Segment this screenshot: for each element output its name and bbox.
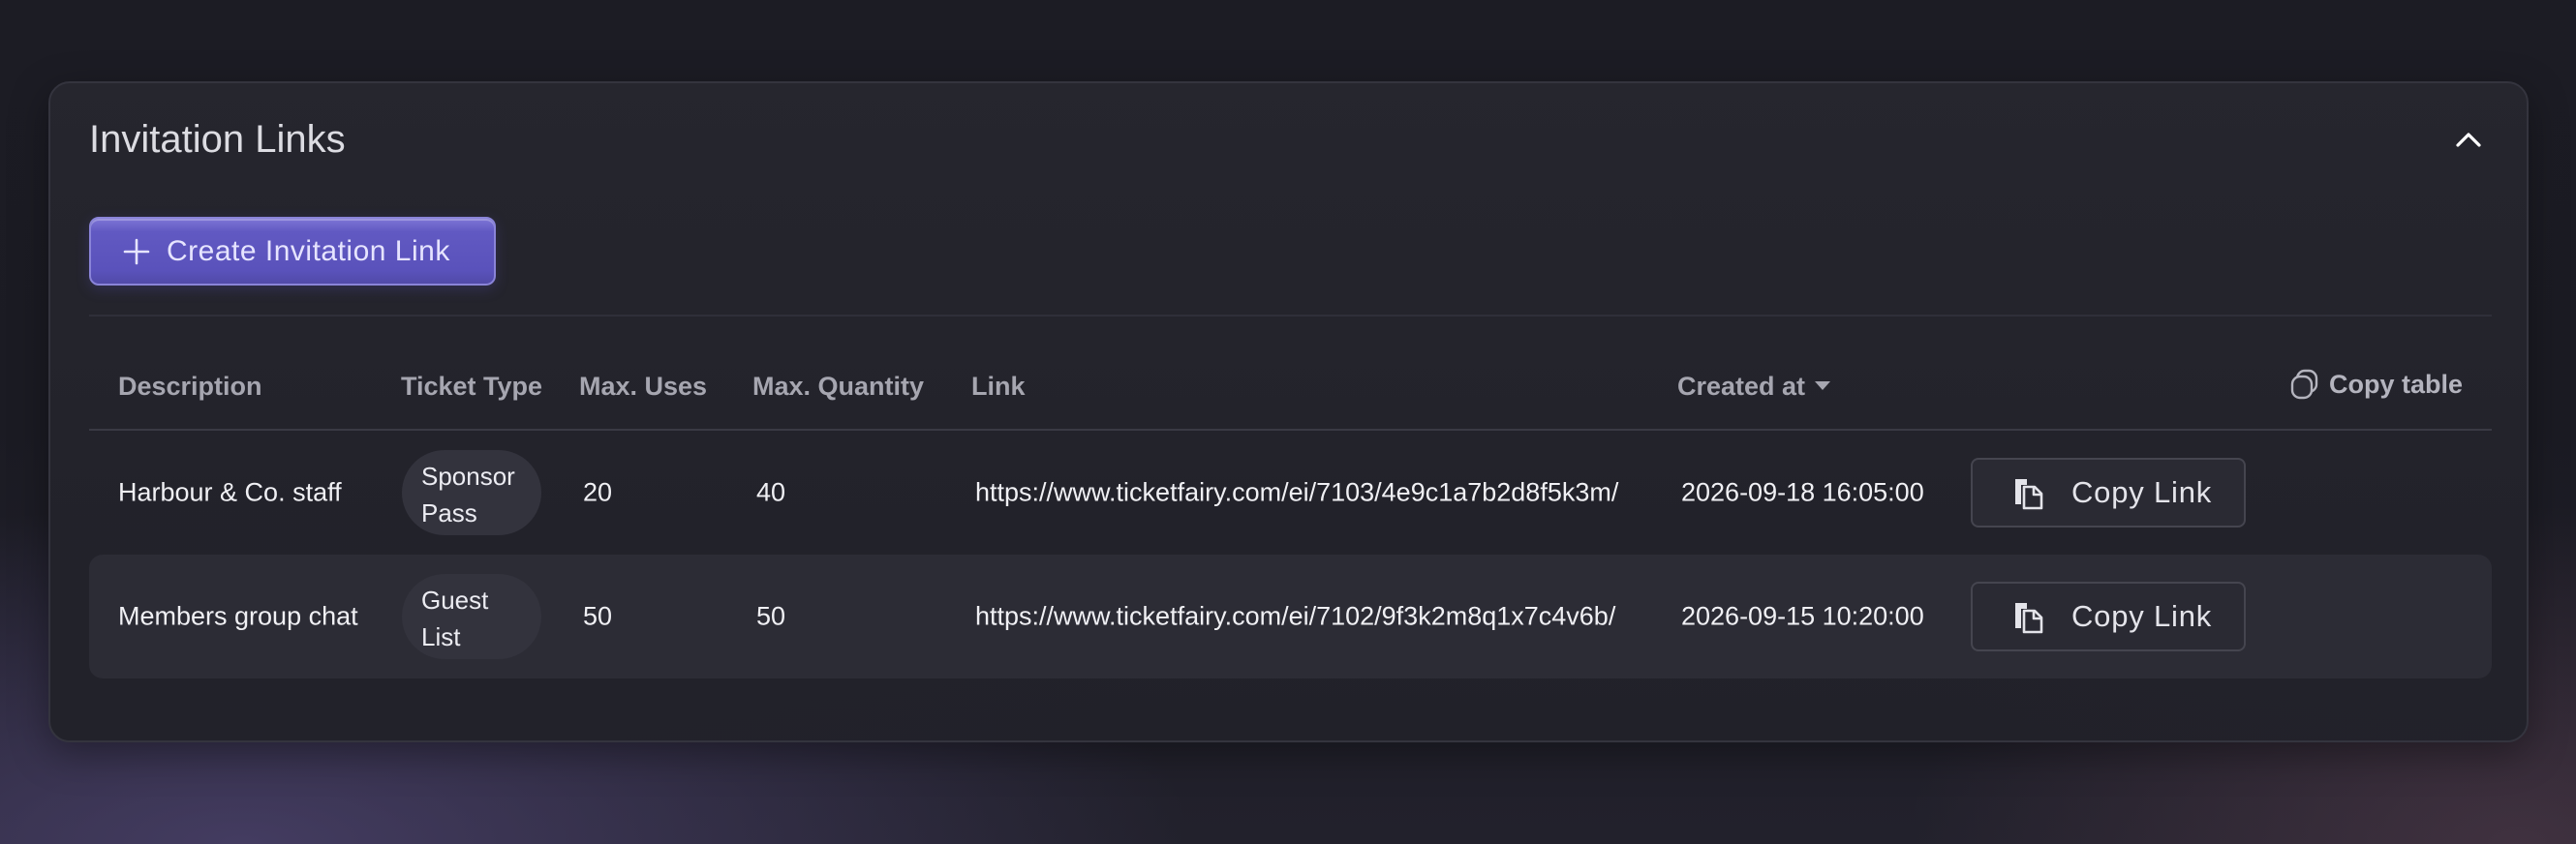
row-link[interactable]: https://www.ticketfairy.com/ei/7102/9f3k… (975, 602, 1615, 632)
panel-title: Invitation Links (89, 118, 346, 161)
header-max-uses[interactable]: Max. Uses (579, 372, 707, 402)
copy-link-label: Copy Link (2071, 599, 2213, 633)
copy-link-button[interactable]: Copy Link (1971, 458, 2246, 528)
header-ticket-type[interactable]: Ticket Type (401, 372, 542, 402)
row-description: Members group chat (118, 601, 358, 631)
row-created-at: 2026-09-15 10:20:00 (1681, 601, 1924, 631)
row-max-quantity: 40 (756, 477, 786, 507)
ticket-type-line: List (421, 622, 461, 651)
section-divider (89, 315, 2492, 316)
copy-table-button[interactable]: Copy table (2288, 368, 2463, 401)
row-max-uses: 50 (583, 601, 613, 631)
header-description[interactable]: Description (118, 372, 262, 402)
create-invitation-link-label: Create Invitation Link (167, 234, 450, 267)
ticket-type-badge: Guest List (402, 574, 541, 659)
invitation-links-panel: Invitation Links Create Invitation Link … (48, 81, 2529, 742)
header-created-at[interactable]: Created at (1677, 372, 1831, 402)
copy-link-label: Copy Link (2071, 475, 2213, 509)
invitation-links-table: Description Ticket Type Max. Uses Max. Q… (89, 345, 2492, 678)
create-invitation-link-button[interactable]: Create Invitation Link (89, 217, 496, 286)
collapse-button[interactable] (2451, 124, 2486, 159)
row-max-uses: 20 (583, 477, 613, 507)
table-header: Description Ticket Type Max. Uses Max. Q… (89, 345, 2492, 431)
table-row: Members group chat Guest List 50 50 http… (89, 555, 2492, 678)
plus-icon (122, 237, 151, 266)
row-link[interactable]: https://www.ticketfairy.com/ei/7103/4e9c… (975, 478, 1618, 508)
copy-link-button[interactable]: Copy Link (1971, 582, 2246, 651)
caret-down-icon (1815, 381, 1831, 391)
copy-table-label: Copy table (2328, 369, 2463, 399)
ticket-type-line: Pass (421, 498, 477, 528)
clipboard-icon (2011, 599, 2044, 634)
row-max-quantity: 50 (756, 601, 786, 631)
header-link[interactable]: Link (971, 372, 1026, 402)
ticket-type-line: Sponsor (421, 462, 515, 491)
copy-icon (2288, 368, 2321, 401)
table-row: Harbour & Co. staff Sponsor Pass 20 40 h… (89, 431, 2492, 555)
row-description: Harbour & Co. staff (118, 477, 342, 507)
ticket-type-line: Guest (421, 586, 489, 615)
header-created-at-label: Created at (1677, 372, 1806, 401)
clipboard-icon (2011, 475, 2044, 510)
header-max-quantity[interactable]: Max. Quantity (752, 372, 924, 402)
chevron-up-icon (2455, 131, 2482, 153)
row-created-at: 2026-09-18 16:05:00 (1681, 477, 1924, 507)
ticket-type-badge: Sponsor Pass (402, 450, 541, 535)
